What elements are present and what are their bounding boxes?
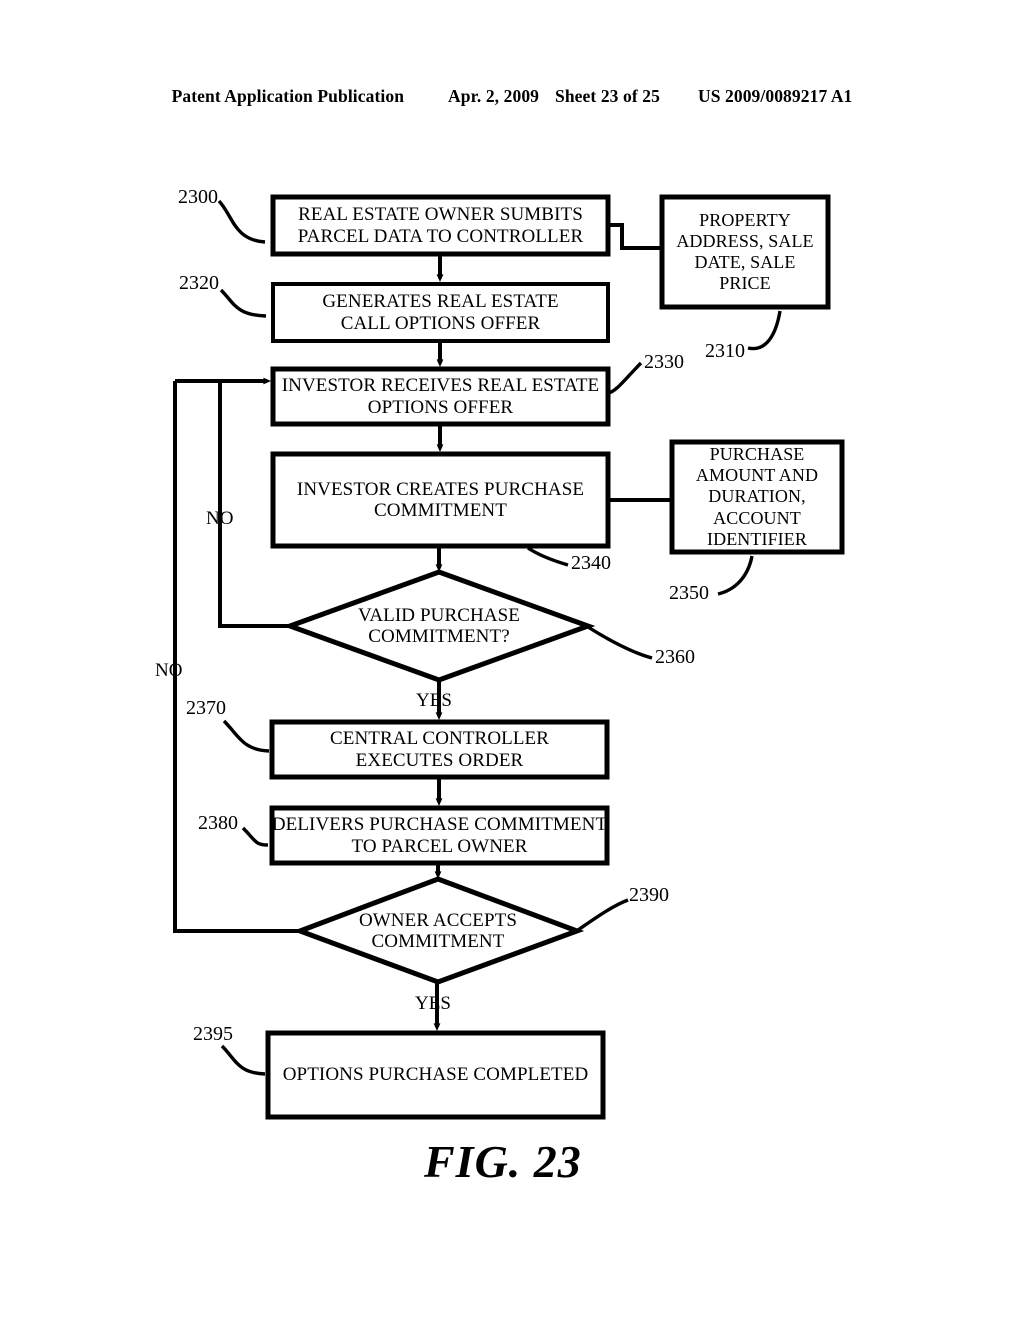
patent-page: Patent Application Publication Apr. 2, 2… bbox=[0, 0, 1024, 1320]
node-diamond-2360 bbox=[282, 569, 596, 683]
node-box-2350 bbox=[669, 439, 845, 555]
flowchart-graphics bbox=[173, 194, 845, 1120]
edge-label-no-outer: NO bbox=[155, 660, 183, 681]
edge-no-outer-loop bbox=[173, 381, 300, 933]
figure-23: REAL ESTATE OWNER SUMBITS PARCEL DATA TO… bbox=[0, 0, 1024, 1320]
leader-2360 bbox=[587, 625, 653, 660]
ref-numeral-2340: 2340 bbox=[571, 552, 611, 574]
leader-2310 bbox=[747, 310, 782, 351]
ref-numeral-2370: 2370 bbox=[186, 697, 226, 719]
leader-2370 bbox=[222, 719, 270, 753]
node-box-2320 bbox=[271, 282, 610, 343]
leader-2390 bbox=[577, 898, 629, 932]
node-box-2330 bbox=[270, 366, 611, 427]
node-box-2370 bbox=[269, 719, 610, 780]
node-box-2310 bbox=[659, 194, 831, 310]
figure-caption: FIG. 23 bbox=[424, 1136, 582, 1187]
leader-2380 bbox=[241, 826, 269, 847]
edge-label-yes-valid: YES bbox=[416, 690, 452, 711]
node-box-2340 bbox=[270, 451, 611, 549]
ref-numeral-2310: 2310 bbox=[705, 340, 745, 362]
edge-label-yes-accept: YES bbox=[415, 993, 451, 1014]
edge-2300-to-2310 bbox=[608, 223, 662, 250]
ref-numeral-2300: 2300 bbox=[178, 186, 218, 208]
leader-2330 bbox=[607, 361, 643, 395]
node-diamond-2390 bbox=[292, 876, 585, 985]
node-box-2300 bbox=[270, 194, 611, 257]
ref-numeral-2390: 2390 bbox=[629, 884, 669, 906]
ref-numeral-2360: 2360 bbox=[655, 646, 695, 668]
edge-label-no-inner: NO bbox=[206, 508, 234, 529]
ref-numeral-2380: 2380 bbox=[198, 812, 238, 834]
ref-numeral-2350: 2350 bbox=[669, 582, 709, 604]
leader-2350 bbox=[717, 555, 754, 596]
node-box-2380 bbox=[269, 805, 610, 866]
leader-2300 bbox=[217, 199, 266, 244]
ref-numeral-2330: 2330 bbox=[644, 351, 684, 373]
ref-numeral-2320: 2320 bbox=[179, 272, 219, 294]
edge-no-inner-loop bbox=[218, 381, 290, 628]
node-box-2395 bbox=[265, 1030, 606, 1120]
leader-2320 bbox=[219, 288, 267, 318]
leader-2340 bbox=[527, 546, 569, 567]
leader-2395 bbox=[220, 1044, 266, 1076]
ref-numeral-2395: 2395 bbox=[193, 1023, 233, 1045]
